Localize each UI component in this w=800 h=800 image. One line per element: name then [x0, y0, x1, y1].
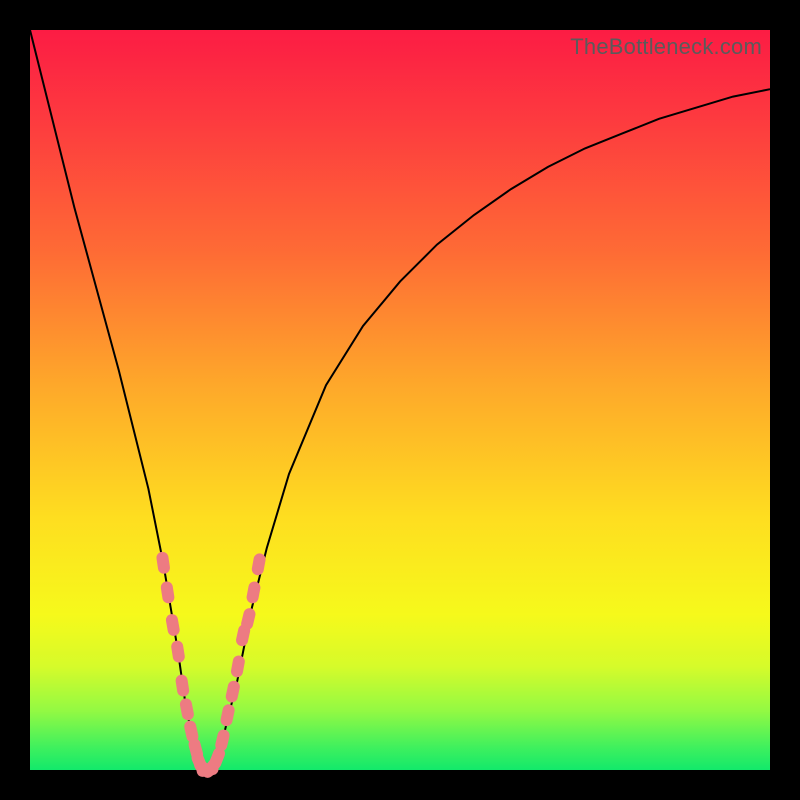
marker-group	[156, 551, 267, 780]
curve-marker	[175, 674, 190, 698]
curve-marker	[165, 613, 181, 637]
curve-marker	[246, 580, 262, 604]
curve-marker	[160, 581, 175, 605]
curve-marker	[170, 640, 185, 664]
bottleneck-curve	[30, 30, 770, 770]
plot-area: TheBottleneck.com	[30, 30, 770, 770]
curve-marker	[179, 697, 195, 721]
curve-marker	[219, 703, 235, 727]
curve-marker	[230, 654, 246, 678]
curve-marker	[225, 680, 241, 704]
curve-path	[30, 30, 770, 770]
curve-marker	[214, 728, 231, 752]
curve-marker	[240, 607, 257, 631]
curve-marker	[251, 552, 267, 576]
chart-frame: TheBottleneck.com	[0, 0, 800, 800]
curve-marker	[156, 551, 171, 575]
